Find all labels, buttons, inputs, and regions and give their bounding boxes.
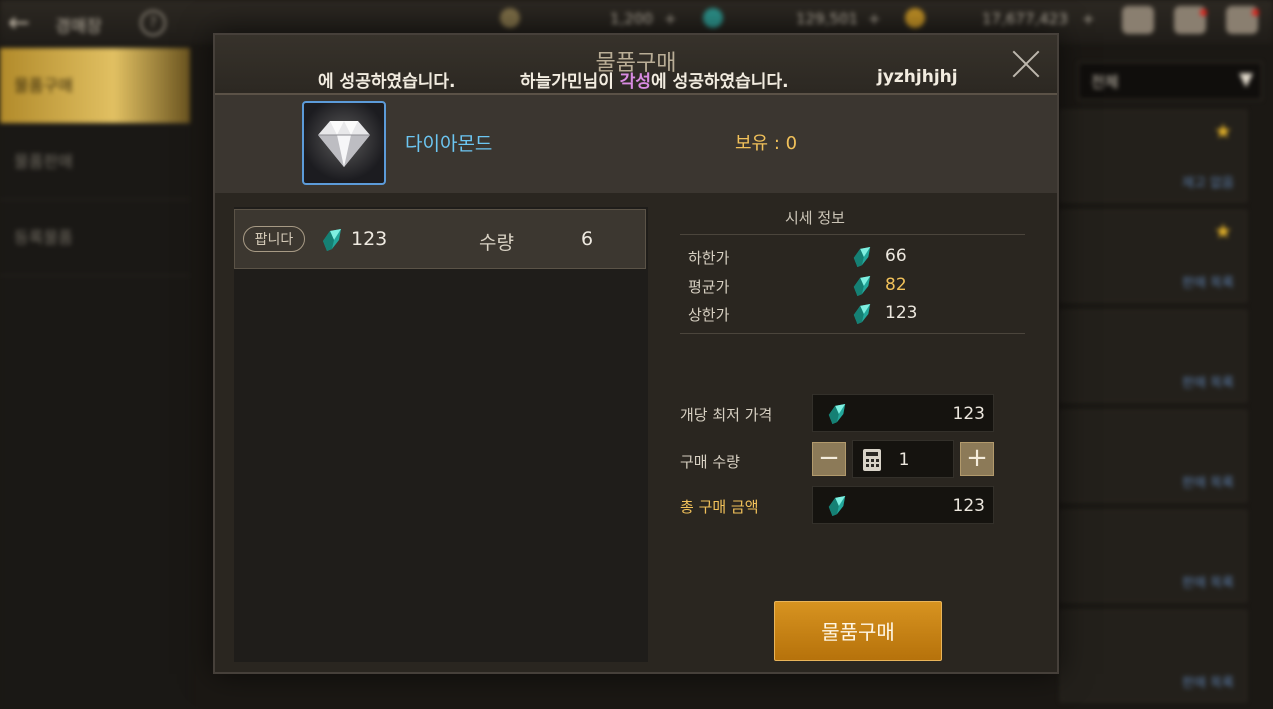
right-card[interactable]: 판매 목록 [1060, 310, 1247, 402]
gem-icon [853, 276, 871, 296]
system-message-ticker: 에 성공하였습니다. 하늘가민님이 각성에 성공하였습니다. jyzhjhjhj [215, 67, 1057, 91]
sell-badge: 팝니다 [243, 226, 305, 252]
gem-icon [853, 247, 871, 267]
quantity-label: 구매 수량 [680, 453, 740, 471]
top-title: 경매장 [55, 17, 102, 37]
right-card[interactable]: 판매 목록 [1060, 610, 1247, 702]
right-card[interactable]: 판매 목록 [1060, 410, 1247, 502]
gold-coin-icon [905, 8, 925, 28]
star-icon: ★ [1214, 219, 1232, 243]
sidebar-item-label: 물품판매 [14, 152, 73, 171]
currency-2-value: 129,501 [796, 10, 859, 28]
gem-icon [323, 229, 341, 251]
market-info-title: 시세 정보 [785, 209, 845, 227]
item-name: 다이아몬드 [405, 133, 493, 155]
unit-price-label: 개당 최저 가격 [680, 406, 773, 424]
total-value: 123 [952, 496, 985, 516]
right-card[interactable]: 판매 목록 [1060, 510, 1247, 602]
avg-price-label: 평균가 [688, 278, 730, 296]
moon-coin-icon [500, 8, 520, 28]
listing-panel: 팝니다 123 수량 6 [234, 207, 648, 662]
close-icon[interactable] [1010, 48, 1042, 80]
back-arrow-icon[interactable]: ← [8, 8, 30, 38]
gem-icon [828, 496, 846, 516]
mail-notification-dot [1200, 9, 1207, 16]
sidebar: 물품구매 물품판매 등록물품 [0, 44, 190, 709]
total-field: 123 [812, 486, 994, 524]
total-label: 총 구매 금액 [680, 498, 759, 516]
unit-price-value: 123 [952, 404, 985, 424]
item-header: 다이아몬드 보유 : 0 [215, 95, 1057, 193]
shop-icon[interactable] [1122, 6, 1154, 34]
listing-row[interactable]: 팝니다 123 수량 6 [234, 209, 646, 269]
plus-button[interactable]: + [960, 442, 994, 476]
listing-qty-label: 수량 [479, 232, 514, 254]
help-icon[interactable]: ? [140, 10, 166, 36]
currency-3-value: 17,677,423 [982, 10, 1068, 28]
max-price-value: 123 [885, 303, 918, 323]
avg-price-value: 82 [885, 275, 907, 295]
dialog-header: 물품구매 에 성공하였습니다. 하늘가민님이 각성에 성공하였습니다. jyzh… [215, 35, 1057, 95]
owned-count: 보유 : 0 [735, 133, 798, 154]
card-label: 판매 목록 [1182, 476, 1234, 491]
card-label: 판매 목록 [1182, 576, 1234, 591]
max-price-label: 상한가 [688, 306, 730, 324]
sidebar-item-buy[interactable]: 물품구매 [0, 48, 190, 124]
currency-2-plus-icon[interactable]: + [868, 10, 881, 28]
gem-icon [853, 304, 871, 324]
card-label: 판매 목록 [1182, 376, 1234, 391]
right-card[interactable]: ★ 판매 목록 [1060, 210, 1247, 302]
divider [680, 234, 1025, 235]
unit-price-field: 123 [812, 394, 994, 432]
ticker-message-3: jyzhjhjhj [877, 67, 958, 87]
gem-currency-icon [703, 8, 723, 28]
dropdown-arrow-icon: ▼ [1239, 69, 1253, 90]
card-label: 재고 없음 [1182, 176, 1234, 191]
min-price-label: 하한가 [688, 249, 730, 267]
ticker-message-1: 에 성공하였습니다. [318, 72, 456, 91]
filter-dropdown[interactable]: 전체 ▼ [1078, 62, 1262, 100]
filter-value: 전체 [1091, 73, 1119, 91]
min-price-value: 66 [885, 246, 907, 266]
quantity-input[interactable]: 1 [852, 440, 954, 478]
minus-button[interactable]: − [812, 442, 846, 476]
currency-1-plus-icon[interactable]: + [664, 10, 677, 28]
currency-1-value: 1,200 [610, 10, 653, 28]
ticker-message-2-prefix: 하늘가민님이 [520, 72, 620, 91]
ticker-highlight: 각성 [619, 72, 652, 91]
divider [680, 333, 1025, 334]
star-icon: ★ [1214, 119, 1232, 143]
chat-notification-dot [1252, 9, 1259, 16]
card-label: 판매 목록 [1182, 676, 1234, 691]
ticker-message-2-suffix: 에 성공하였습니다. [651, 72, 789, 91]
gem-icon [828, 404, 846, 424]
quantity-value: 1 [898, 450, 910, 470]
listing-qty: 6 [581, 228, 594, 250]
currency-3-plus-icon[interactable]: + [1082, 10, 1095, 28]
diamond-item-icon [302, 101, 386, 185]
listing-price: 123 [351, 228, 388, 250]
buy-button[interactable]: 물품구매 [774, 601, 942, 661]
sidebar-item-registered[interactable]: 등록물품 [0, 200, 190, 276]
sidebar-item-sell[interactable]: 물품판매 [0, 124, 190, 200]
sidebar-item-label: 물품구매 [14, 76, 73, 95]
right-card[interactable]: ★ 재고 없음 [1060, 110, 1247, 202]
purchase-dialog: 물품구매 에 성공하였습니다. 하늘가민님이 각성에 성공하였습니다. jyzh… [213, 33, 1059, 674]
card-label: 판매 목록 [1182, 276, 1234, 291]
ticker-message-2: 하늘가민님이 각성에 성공하였습니다. [520, 67, 789, 91]
sidebar-item-label: 등록물품 [14, 228, 73, 247]
